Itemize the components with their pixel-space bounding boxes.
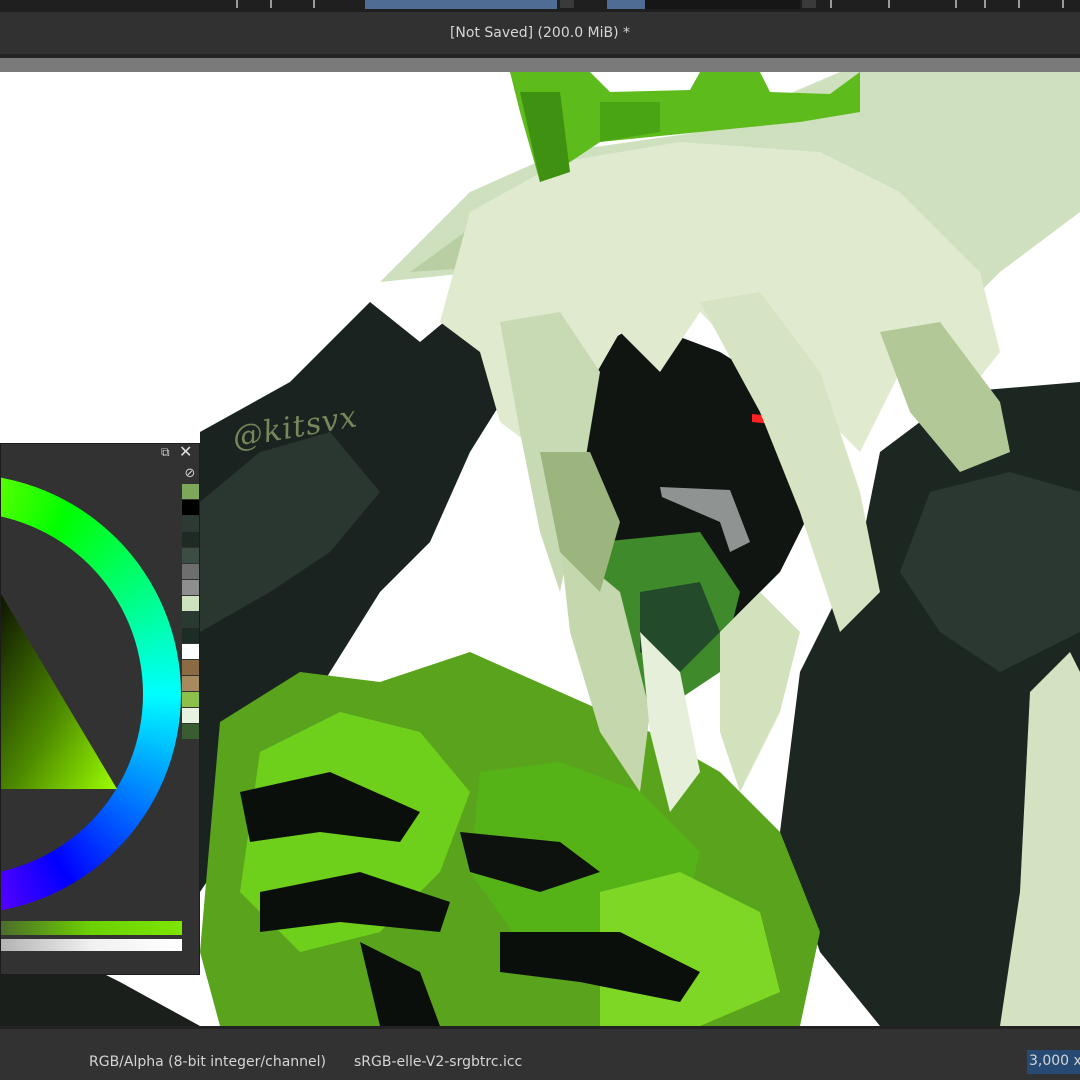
image-size-label[interactable]: 3,000 x [1027,1050,1080,1074]
color-model-label[interactable]: RGB/Alpha (8-bit integer/channel) [89,1054,326,1070]
color-history-swatch[interactable] [182,660,199,675]
clear-history-icon[interactable]: ⊘ [182,466,198,482]
color-history-swatch[interactable] [182,724,199,739]
saturation-value-triangle[interactable] [1,444,181,924]
document-title-bar: [Not Saved] (200.0 MiB) * [0,12,1080,54]
document-title: [Not Saved] (200.0 MiB) * [449,25,631,41]
toolbar-tool-icon[interactable] [830,0,842,8]
color-history-swatch[interactable] [182,644,199,659]
toolbar-dropdown-button[interactable] [802,0,816,8]
toolbar-dropdown-button[interactable] [560,0,574,8]
color-history-swatch[interactable] [182,548,199,563]
color-history-swatch[interactable] [182,516,199,531]
toolbar-tool-icon[interactable] [236,0,248,8]
color-history-swatch[interactable] [182,484,199,499]
lightness-shade-slider[interactable] [1,937,182,951]
status-bar: RGB/Alpha (8-bit integer/channel) sRGB-e… [0,1026,1080,1080]
toolbar-tool-icon[interactable] [955,0,967,8]
color-history-swatches [182,484,199,740]
toolbar-tool-icon[interactable] [1018,0,1030,8]
toolbar-tool-icon[interactable] [1062,0,1074,8]
advanced-color-selector-docker: ⧉ ✕ ⊘ [0,443,200,975]
document-tab-strip [0,54,1080,72]
document-tab[interactable] [0,58,1080,72]
toolbar-tool-icon[interactable] [888,0,900,8]
status-divider [0,1026,1080,1029]
color-history-swatch[interactable] [182,580,199,595]
size-slider[interactable] [645,0,800,9]
color-profile-label[interactable]: sRGB-elle-V2-srgbtrc.icc [354,1054,522,1070]
color-history-swatch[interactable] [182,628,199,643]
toolbar-tool-icon[interactable] [270,0,282,8]
toolbar-tool-icon[interactable] [313,0,325,8]
brush-preset-field[interactable] [365,0,557,9]
color-history-swatch[interactable] [182,676,199,691]
color-history-swatch[interactable] [182,532,199,547]
close-icon[interactable]: ✕ [179,444,195,460]
color-history-swatch[interactable] [182,564,199,579]
toolbar-tool-icon[interactable] [984,0,996,8]
color-history-swatch[interactable] [182,612,199,627]
color-history-swatch[interactable] [182,708,199,723]
top-toolbar [0,0,1080,12]
color-selector-area[interactable] [1,444,181,974]
color-history-swatch[interactable] [182,596,199,611]
opacity-slider[interactable] [607,0,645,9]
float-icon[interactable]: ⧉ [161,446,175,459]
color-history-swatch[interactable] [182,500,199,515]
color-history-swatch[interactable] [182,692,199,707]
hue-shade-slider[interactable] [1,921,182,935]
